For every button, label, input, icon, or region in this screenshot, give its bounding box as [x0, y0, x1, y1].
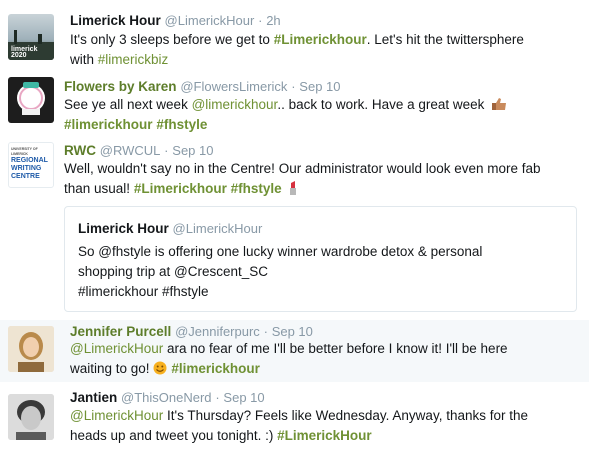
tweet-flowers-by-karen[interactable]: Flowers by Karen @FlowersLimerick · Sep … — [0, 70, 589, 136]
smiley-icon — [153, 361, 167, 375]
hashtag-link[interactable]: #Limerickhour — [134, 181, 227, 196]
text-segment: ara no fear of me I'll be better before … — [163, 341, 508, 356]
tweet-header: RWC @RWCUL · Sep 10 — [64, 142, 213, 160]
text-segment: with — [70, 52, 98, 67]
separator-dot: · — [258, 13, 263, 28]
quoted-tweet-text: So @fhstyle is offering one lucky winner… — [78, 242, 482, 302]
hashtag-link[interactable]: #fhstyle — [156, 117, 207, 132]
mention-link[interactable]: @LimerickHour — [70, 408, 163, 423]
user-handle[interactable]: @Jenniferpurc — [175, 324, 260, 339]
hashtag-link[interactable]: #Limerickhour — [274, 32, 367, 47]
quoted-display-name: Limerick Hour — [78, 221, 169, 236]
timestamp[interactable]: Sep 10 — [299, 79, 340, 94]
text-segment: heads up and tweet you tonight. :) — [70, 428, 278, 443]
text-segment: waiting to go! — [70, 361, 154, 376]
hashtag-link[interactable]: #limerickhour — [171, 361, 260, 376]
tweet-header: Limerick Hour @LimerickHour · 2h — [70, 12, 281, 30]
avatar-limerick-hour[interactable]: limerick 2020 — [8, 14, 54, 60]
timestamp[interactable]: Sep 10 — [272, 324, 313, 339]
avatar-photo — [8, 326, 54, 372]
text-segment: Well, wouldn't say no in the Centre! Our… — [64, 161, 541, 176]
separator-dot: · — [291, 79, 296, 94]
timestamp[interactable]: Sep 10 — [223, 390, 264, 405]
separator-dot: · — [164, 143, 169, 158]
tweet-text: Well, wouldn't say no in the Centre! Our… — [64, 159, 541, 199]
avatar-photo — [8, 394, 54, 440]
quoted-text-line: shopping trip at @Crescent_SC — [78, 264, 269, 279]
text-segment: It's only 3 sleeps before we get to — [70, 32, 274, 47]
text-segment: See ye all next week — [64, 97, 192, 112]
display-name[interactable]: Jantien — [70, 390, 117, 405]
logo-line: REGIONAL — [11, 157, 48, 164]
tweet-text: See ye all next week @limerickhour.. bac… — [64, 95, 507, 135]
timestamp[interactable]: Sep 10 — [172, 143, 213, 158]
tweet-header: Flowers by Karen @FlowersLimerick · Sep … — [64, 78, 341, 96]
display-name[interactable]: Limerick Hour — [70, 13, 161, 28]
quoted-tweet[interactable]: Limerick Hour @LimerickHour So @fhstyle … — [64, 206, 577, 312]
text-segment: .. back to work. Have a great week — [277, 97, 485, 112]
hashtag-link[interactable]: #fhstyle — [231, 181, 282, 196]
quoted-text-line: So @fhstyle is offering one lucky winner… — [78, 244, 483, 259]
display-name[interactable]: Jennifer Purcell — [70, 324, 171, 339]
quoted-tweet-header: Limerick Hour @LimerickHour — [78, 220, 262, 238]
display-name[interactable]: Flowers by Karen — [64, 79, 177, 94]
avatar-jennifer-purcell[interactable] — [8, 326, 54, 372]
hashtag-link[interactable]: #LimerickHour — [277, 428, 372, 443]
user-handle[interactable]: @FlowersLimerick — [180, 79, 287, 94]
avatar-flowers-by-karen[interactable] — [8, 77, 54, 123]
tweet-text: It's only 3 sleeps before we get to #Lim… — [70, 30, 524, 70]
avatar-logo-text: limerick 2020 — [11, 46, 38, 59]
avatar-badge-image — [17, 82, 45, 115]
hashtag-link[interactable]: #limerickbiz — [98, 52, 169, 67]
mention-link[interactable]: @LimerickHour — [70, 341, 163, 356]
tweet-jennifer-purcell[interactable]: Jennifer Purcell @Jenniferpurc · Sep 10 … — [0, 320, 589, 382]
tweet-jantien[interactable]: Jantien @ThisOneNerd · Sep 10 @LimerickH… — [0, 382, 589, 458]
tweet-text: @LimerickHour It's Thursday? Feels like … — [70, 406, 528, 446]
display-name[interactable]: RWC — [64, 143, 96, 158]
quoted-text-line: #limerickhour #fhstyle — [78, 284, 209, 299]
avatar-rwc[interactable]: UNIVERSITY OF LIMERICK REGIONAL WRITING … — [8, 142, 54, 188]
quoted-user-handle: @LimerickHour — [172, 221, 263, 236]
tweet-text: @LimerickHour ara no fear of me I'll be … — [70, 339, 508, 379]
user-handle[interactable]: @ThisOneNerd — [121, 390, 212, 405]
logo-line: WRITING — [11, 165, 42, 172]
user-handle[interactable]: @RWCUL — [100, 143, 161, 158]
text-segment: It's Thursday? Feels like Wednesday. Any… — [163, 408, 528, 423]
tweet-feed: limerick 2020 Limerick Hour @LimerickHou… — [0, 0, 589, 458]
text-segment: than usual! — [64, 181, 134, 196]
separator-dot: · — [215, 390, 220, 405]
separator-dot: · — [263, 324, 268, 339]
logo-line: CENTRE — [11, 173, 40, 180]
thumbs-up-icon — [492, 98, 507, 110]
avatar-jantien[interactable] — [8, 394, 54, 440]
tweet-limerick-hour[interactable]: limerick 2020 Limerick Hour @LimerickHou… — [0, 0, 589, 70]
text-segment: . Let's hit the twittersphere — [366, 32, 524, 47]
mention-link[interactable]: @limerickhour — [192, 97, 278, 112]
user-handle[interactable]: @LimerickHour — [165, 13, 255, 28]
hashtag-link[interactable]: #limerickhour — [64, 117, 153, 132]
avatar-logo: UNIVERSITY OF LIMERICK REGIONAL WRITING … — [11, 147, 53, 181]
timestamp[interactable]: 2h — [266, 13, 280, 28]
tweet-header: Jantien @ThisOneNerd · Sep 10 — [70, 389, 265, 407]
lipstick-icon — [290, 181, 297, 195]
logo-line: UNIVERSITY OF LIMERICK — [11, 147, 38, 156]
